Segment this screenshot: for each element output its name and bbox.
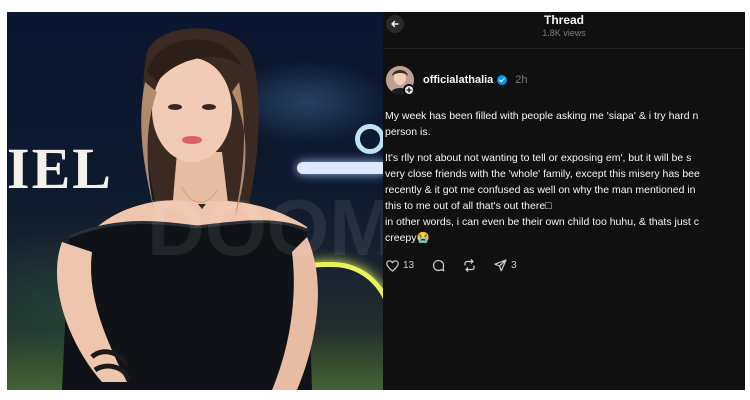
action-bar: 13 3	[386, 259, 535, 272]
like-count: 13	[403, 260, 415, 271]
post-text: My week has been filled with people aski…	[385, 108, 745, 246]
watermark: DOOM	[147, 183, 383, 272]
post-line: very close friends with the 'whole' fami…	[385, 168, 700, 180]
thread-panel: Thread 1.8K views officialathalia 2h My …	[383, 12, 745, 390]
plus-icon	[406, 87, 412, 93]
comment-icon	[433, 259, 445, 272]
share-count: 3	[511, 260, 517, 271]
photo-panel: IEL DOOM	[7, 12, 383, 390]
post-line: My week has been filled with people aski…	[385, 110, 699, 122]
post-line: It's rlly not about not wanting to tell …	[385, 152, 692, 164]
page-title: Thread	[543, 13, 584, 27]
post-line: this to me out of all that's out there□	[385, 200, 552, 212]
follow-plus-button[interactable]	[403, 84, 415, 96]
comment-button[interactable]	[432, 259, 445, 272]
post-line: person is.	[385, 126, 431, 138]
heart-icon	[386, 259, 399, 272]
post-line: creepy😭	[385, 232, 430, 244]
share-icon	[494, 259, 507, 272]
thread-header: Thread 1.8K views	[383, 12, 745, 46]
username[interactable]: officialathalia	[423, 74, 493, 86]
like-button[interactable]: 13	[386, 259, 415, 272]
view-count: 1.8K views	[542, 28, 586, 38]
header-divider	[383, 48, 745, 49]
author-row: officialathalia 2h	[423, 74, 528, 86]
post-line: in other words, i can even be their own …	[385, 216, 700, 228]
post-line: recently & it got me confused as well on…	[385, 184, 696, 196]
repost-button[interactable]	[463, 259, 476, 272]
share-button[interactable]: 3	[494, 259, 517, 272]
repost-icon	[464, 259, 475, 272]
timestamp: 2h	[515, 74, 528, 86]
verified-icon	[497, 75, 508, 85]
